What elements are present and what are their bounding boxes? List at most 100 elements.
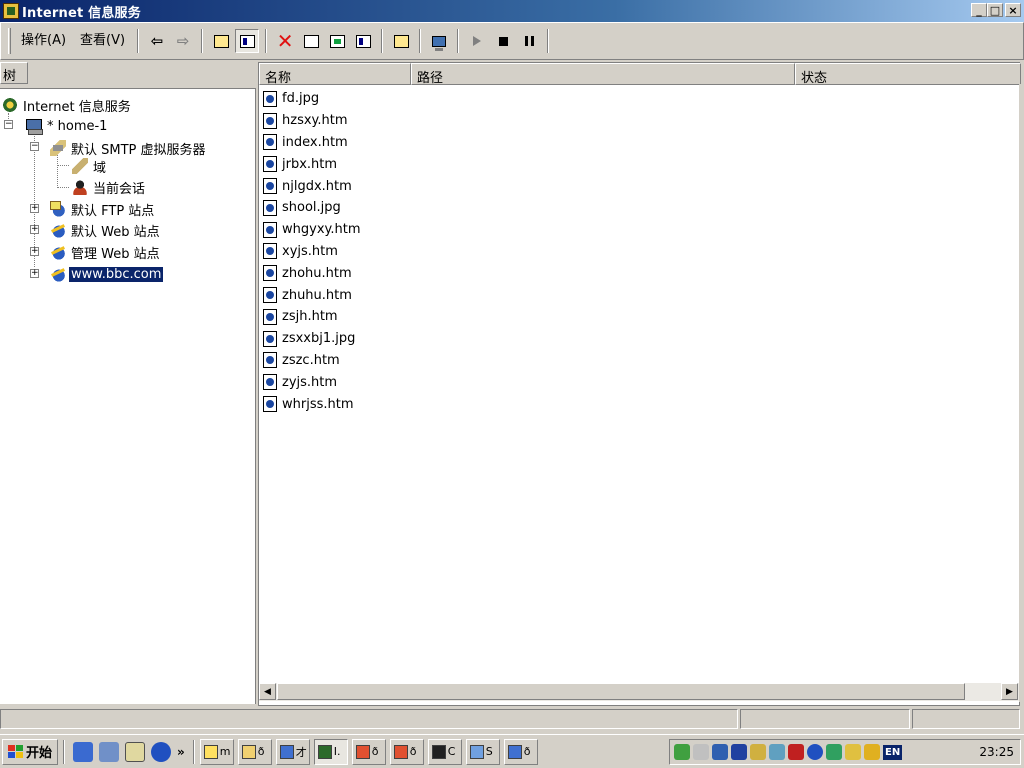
tool-tray-icon[interactable] xyxy=(750,744,766,760)
maximize-button[interactable]: □ xyxy=(987,3,1003,17)
ftp-site-icon xyxy=(50,201,66,217)
column-name[interactable]: 名称 xyxy=(259,63,411,86)
file-row[interactable]: index.htm xyxy=(263,132,360,154)
vertical-scrollbar-edge[interactable] xyxy=(1019,84,1024,702)
expand-bbc-icon[interactable]: + xyxy=(30,269,39,278)
tree-node-home-1[interactable]: * home-1 xyxy=(26,116,109,136)
menu-view[interactable]: 查看(V) xyxy=(73,30,132,52)
tree-node-admin-web-site[interactable]: 管理 Web 站点 xyxy=(50,242,162,262)
tree-node-default-web-site[interactable]: 默认 Web 站点 xyxy=(50,220,162,240)
clock[interactable]: 23:25 xyxy=(979,745,1014,759)
network-tray-icon[interactable] xyxy=(674,744,690,760)
tree-node-domain[interactable]: 域 xyxy=(72,156,108,176)
desktop-quicklaunch-icon[interactable] xyxy=(125,741,146,762)
scroll-left-button[interactable]: ◀ xyxy=(259,683,276,700)
connection-tray-icon[interactable] xyxy=(712,744,728,760)
refresh-button[interactable] xyxy=(325,29,349,53)
collapse-home-1-icon[interactable]: − xyxy=(4,120,13,129)
export-list-button[interactable] xyxy=(351,29,375,53)
horizontal-scrollbar[interactable]: ◀ ▶ xyxy=(259,683,1019,701)
task-button[interactable]: m xyxy=(199,738,234,765)
ie-quicklaunch-icon[interactable] xyxy=(73,741,94,762)
menu-grip[interactable] xyxy=(8,28,11,54)
expand-admin-web-icon[interactable]: + xyxy=(30,247,39,256)
tree-node-current-sessions[interactable]: 当前会话 xyxy=(72,177,147,197)
up-one-level-button[interactable] xyxy=(209,29,233,53)
file-row[interactable]: shool.jpg xyxy=(263,197,360,219)
tree-node-bbc-site[interactable]: www.bbc.com xyxy=(50,264,165,284)
file-name: index.htm xyxy=(282,134,348,150)
qq-tray-icon[interactable] xyxy=(807,744,823,760)
app-tray-icon[interactable] xyxy=(845,744,861,760)
column-status[interactable]: 状态 xyxy=(795,63,1021,86)
qq-quicklaunch-icon[interactable] xyxy=(151,741,172,762)
forward-arrow-icon: ⇨ xyxy=(176,32,190,50)
file-row[interactable]: zyjs.htm xyxy=(263,371,360,393)
monitor-tray-icon[interactable] xyxy=(769,744,785,760)
menu-action[interactable]: 操作(A) xyxy=(14,30,73,52)
task-button[interactable]: S xyxy=(465,738,500,765)
close-button[interactable]: × xyxy=(1005,3,1021,17)
tree-node-smtp-server[interactable]: 默认 SMTP 虚拟服务器 xyxy=(50,138,208,158)
file-row[interactable]: xyjs.htm xyxy=(263,241,360,263)
file-row[interactable]: zhuhu.htm xyxy=(263,284,360,306)
task-button[interactable]: ð xyxy=(389,738,424,765)
task-label: I. xyxy=(333,745,341,758)
help-button[interactable] xyxy=(389,29,413,53)
language-indicator[interactable]: EN xyxy=(883,744,903,760)
task-button-iis[interactable]: I. xyxy=(313,738,348,765)
volume-tray-icon[interactable] xyxy=(693,744,709,760)
tree-node-ftp-site[interactable]: 默认 FTP 站点 xyxy=(50,199,156,219)
collapse-smtp-icon[interactable]: − xyxy=(30,142,39,151)
iis-app-icon[interactable] xyxy=(3,3,19,19)
file-row[interactable]: zhohu.htm xyxy=(263,262,360,284)
quicklaunch-chevron[interactable]: » xyxy=(177,745,185,759)
file-row[interactable]: hzsxy.htm xyxy=(263,110,360,132)
stop-button[interactable] xyxy=(491,29,515,53)
security-tray-icon[interactable] xyxy=(864,744,880,760)
file-row[interactable]: zsjh.htm xyxy=(263,306,360,328)
horizontal-scroll-thumb[interactable] xyxy=(277,683,965,700)
tree-node-iis[interactable]: Internet 信息服务 xyxy=(2,95,133,115)
back-button[interactable]: ⇦ xyxy=(145,29,169,53)
tree-header[interactable]: 树 xyxy=(0,62,28,84)
task-button[interactable]: ð xyxy=(351,738,386,765)
expand-ftp-icon[interactable]: + xyxy=(30,204,39,213)
file-row[interactable]: zszc.htm xyxy=(263,350,360,372)
scroll-right-button[interactable]: ▶ xyxy=(1001,683,1018,700)
file-row[interactable]: fd.jpg xyxy=(263,88,360,110)
forward-button[interactable]: ⇨ xyxy=(171,29,195,53)
file-row[interactable]: zsxxbj1.jpg xyxy=(263,328,360,350)
tree-line xyxy=(57,155,58,188)
task-button[interactable]: ð xyxy=(237,738,272,765)
task-button[interactable]: ð xyxy=(503,738,538,765)
file-row[interactable]: jrbx.htm xyxy=(263,153,360,175)
start-button[interactable] xyxy=(465,29,489,53)
delete-button[interactable]: ✕ xyxy=(273,29,297,53)
computer-button[interactable] xyxy=(427,29,451,53)
tree-node-label: * home-1 xyxy=(47,118,108,134)
file-row[interactable]: whgyxy.htm xyxy=(263,219,360,241)
outlook-quicklaunch-icon[interactable] xyxy=(99,741,120,762)
minimize-button[interactable]: _ xyxy=(971,3,987,17)
task-label: m xyxy=(219,745,231,758)
app-tray-icon[interactable] xyxy=(731,744,747,760)
expand-default-web-icon[interactable]: + xyxy=(30,225,39,234)
task-app-icon xyxy=(203,744,218,759)
task-button[interactable]: 才 xyxy=(275,738,310,765)
file-row[interactable]: njlgdx.htm xyxy=(263,175,360,197)
pause-button[interactable] xyxy=(517,29,541,53)
column-path[interactable]: 路径 xyxy=(411,63,795,86)
task-button[interactable]: C xyxy=(427,738,462,765)
app-tray-icon[interactable] xyxy=(826,744,842,760)
htm-file-icon xyxy=(263,374,277,391)
system-tray: EN 23:25 xyxy=(669,739,1021,765)
htm-file-icon xyxy=(263,396,277,413)
show-hide-tree-button[interactable] xyxy=(235,29,260,53)
start-menu-button[interactable]: 开始 xyxy=(2,738,59,765)
properties-button[interactable] xyxy=(299,29,323,53)
antivirus-tray-icon[interactable] xyxy=(788,744,804,760)
file-row[interactable]: whrjss.htm xyxy=(263,393,360,415)
file-list: fd.jpg hzsxy.htm index.htm jrbx.htm njlg… xyxy=(263,88,360,415)
start-label: 开始 xyxy=(26,746,53,761)
